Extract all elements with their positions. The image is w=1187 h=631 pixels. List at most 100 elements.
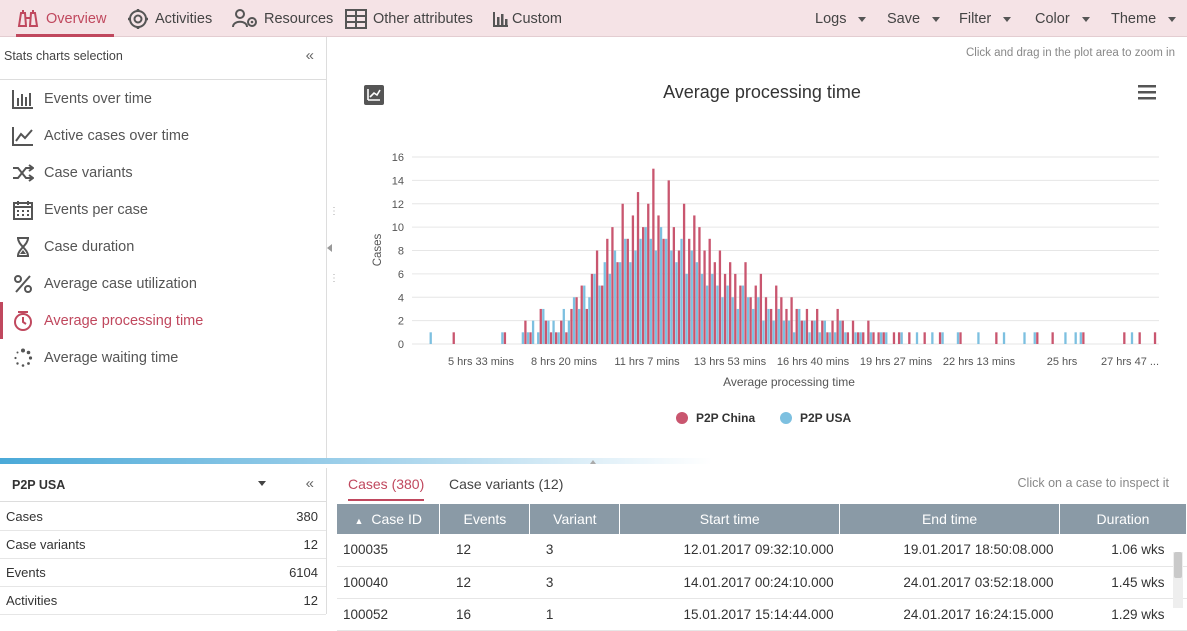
bar-p2p-china[interactable] [452, 332, 455, 344]
bar-p2p-china[interactable] [503, 332, 507, 344]
bar-p2p-usa[interactable] [1033, 332, 1036, 344]
bar-p2p-usa[interactable] [1002, 332, 1006, 344]
bar-p2p-usa[interactable] [752, 308, 755, 344]
column-header-case-id[interactable]: ▲ Case ID [337, 504, 441, 534]
bar-p2p-usa[interactable] [613, 250, 617, 345]
bar-p2p-usa[interactable] [552, 320, 555, 345]
bar-p2p-usa[interactable] [639, 238, 642, 344]
bar-p2p-usa[interactable] [731, 297, 734, 344]
bar-p2p-china[interactable] [790, 297, 793, 344]
bar-p2p-china[interactable] [764, 297, 768, 344]
bar-p2p-usa[interactable] [670, 250, 673, 345]
bar-p2p-usa[interactable] [618, 262, 622, 344]
bar-p2p-china[interactable] [677, 250, 681, 345]
bar-p2p-china[interactable] [841, 320, 844, 345]
bar-p2p-usa[interactable] [705, 285, 709, 344]
bar-p2p-usa[interactable] [665, 238, 668, 344]
bar-p2p-usa[interactable] [859, 332, 862, 344]
bar-p2p-china[interactable] [734, 273, 737, 345]
sidebar-item-active-cases-over-time[interactable]: Active cases over time [0, 117, 326, 154]
bar-p2p-usa[interactable] [823, 320, 827, 345]
bar-p2p-china[interactable] [549, 332, 553, 344]
bar-p2p-usa[interactable] [900, 332, 903, 344]
bar-p2p-china[interactable] [652, 168, 655, 344]
bar-p2p-china[interactable] [631, 215, 635, 344]
bar-p2p-usa[interactable] [700, 273, 704, 345]
bar-p2p-china[interactable] [662, 238, 665, 344]
sidebar-item-average-case-utilization[interactable]: Average case utilization [0, 265, 326, 302]
bar-p2p-usa[interactable] [695, 262, 699, 344]
bar-p2p-usa[interactable] [787, 320, 791, 345]
chart-legend[interactable]: P2P China P2P USA [676, 411, 851, 425]
bar-p2p-usa[interactable] [593, 273, 596, 345]
bar-p2p-usa[interactable] [839, 320, 842, 345]
hamburger-menu-icon[interactable] [1138, 85, 1156, 100]
bar-p2p-usa[interactable] [608, 273, 612, 345]
bar-p2p-usa[interactable] [977, 332, 980, 344]
column-header-duration[interactable]: Duration [1059, 504, 1187, 534]
bar-p2p-usa[interactable] [685, 273, 688, 345]
bar-p2p-china[interactable] [995, 332, 998, 344]
bar-p2p-usa[interactable] [429, 332, 432, 344]
bar-p2p-usa[interactable] [649, 238, 652, 344]
bar-p2p-china[interactable] [1123, 332, 1126, 344]
bar-p2p-usa[interactable] [931, 332, 934, 344]
bar-p2p-china[interactable] [1153, 332, 1157, 344]
bar-p2p-usa[interactable] [603, 262, 606, 344]
save-menu[interactable]: Save [887, 0, 941, 37]
bar-p2p-usa[interactable] [828, 332, 832, 344]
bar-p2p-china[interactable] [570, 308, 573, 344]
bar-p2p-china[interactable] [867, 320, 870, 345]
bar-p2p-usa[interactable] [844, 332, 847, 344]
bar-p2p-usa[interactable] [644, 227, 647, 345]
bar-p2p-china[interactable] [754, 285, 757, 344]
bar-p2p-china[interactable] [590, 273, 594, 345]
theme-menu[interactable]: Theme [1111, 0, 1177, 37]
bar-p2p-china[interactable] [882, 332, 885, 344]
bar-p2p-usa[interactable] [757, 297, 760, 344]
bar-p2p-usa[interactable] [675, 262, 678, 344]
bar-p2p-china[interactable] [749, 297, 752, 344]
bar-p2p-china[interactable] [908, 332, 911, 344]
bar-p2p-usa[interactable] [634, 250, 637, 345]
bar-p2p-usa[interactable] [854, 332, 857, 344]
bar-p2p-china[interactable] [565, 332, 568, 344]
sidebar-item-case-duration[interactable]: Case duration [0, 228, 326, 265]
bar-p2p-china[interactable] [595, 250, 599, 345]
legend-label[interactable]: P2P China [696, 411, 755, 425]
tab-custom[interactable]: Custom [493, 0, 562, 37]
bar-p2p-usa[interactable] [567, 320, 571, 345]
bar-p2p-usa[interactable] [869, 332, 873, 344]
processing-time-chart[interactable]: Average processing time Cases Average pr… [337, 37, 1187, 458]
bar-p2p-china[interactable] [682, 203, 686, 344]
sidebar-item-events-over-time[interactable]: Events over time [0, 80, 326, 117]
bar-p2p-usa[interactable] [501, 332, 504, 344]
table-scrollbar-thumb[interactable] [1174, 552, 1182, 578]
bar-p2p-usa[interactable] [736, 308, 739, 344]
bar-p2p-china[interactable] [810, 320, 814, 345]
bar-p2p-usa[interactable] [588, 297, 591, 344]
bar-p2p-usa[interactable] [537, 332, 540, 344]
bar-p2p-usa[interactable] [690, 250, 693, 345]
bar-p2p-usa[interactable] [624, 238, 627, 344]
bar-p2p-usa[interactable] [526, 332, 530, 344]
bar-p2p-china[interactable] [862, 332, 865, 344]
bar-p2p-china[interactable] [897, 332, 901, 344]
bar-p2p-usa[interactable] [880, 332, 883, 344]
bar-p2p-usa[interactable] [557, 332, 560, 344]
bar-p2p-china[interactable] [641, 227, 645, 345]
bar-p2p-china[interactable] [616, 262, 619, 344]
bar-p2p-usa[interactable] [578, 308, 581, 344]
bar-p2p-usa[interactable] [531, 320, 535, 345]
bar-p2p-china[interactable] [647, 203, 650, 344]
bar-p2p-china[interactable] [580, 285, 583, 344]
table-row[interactable]: 100035 12 3 12.01.2017 09:32:10.000 19.0… [337, 534, 1187, 567]
bar-p2p-usa[interactable] [915, 332, 919, 344]
bar-p2p-usa[interactable] [1074, 332, 1077, 344]
bar-p2p-china[interactable] [713, 262, 716, 344]
tab-case-variants[interactable]: Case variants (12) [449, 476, 563, 499]
bar-p2p-usa[interactable] [746, 297, 750, 344]
bar-p2p-china[interactable] [1138, 332, 1141, 344]
bar-p2p-usa[interactable] [833, 332, 837, 344]
bar-p2p-china[interactable] [821, 320, 824, 345]
